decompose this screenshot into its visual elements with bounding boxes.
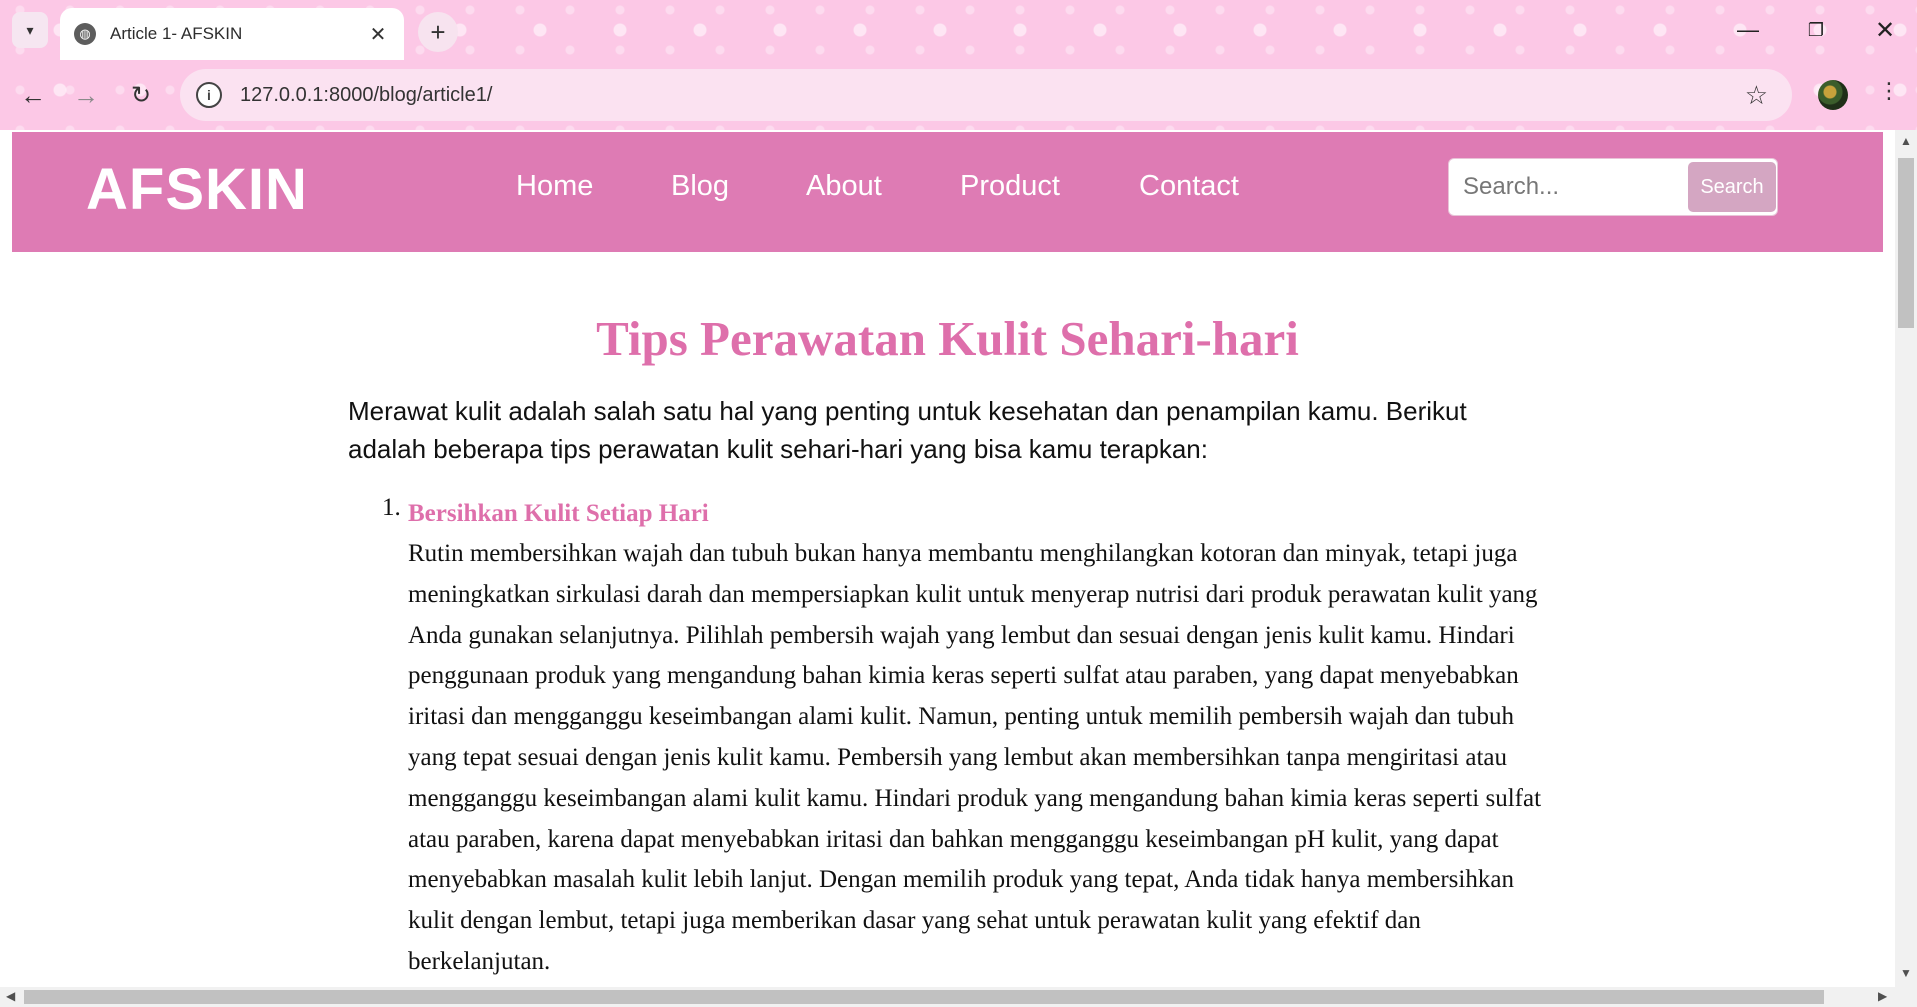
avatar[interactable] [1818, 80, 1848, 110]
tip-heading: Bersihkan Kulit Setiap Hari [408, 500, 709, 527]
new-tab-button[interactable]: + [418, 12, 458, 52]
search-button[interactable]: Search [1688, 162, 1776, 212]
minimize-icon[interactable]: — [1718, 10, 1778, 50]
site-header: AFSKIN Home Blog About Product Contact S… [12, 132, 1883, 252]
vertical-scrollbar[interactable]: ▲ ▼ [1895, 130, 1917, 987]
article-title: Tips Perawatan Kulit Sehari-hari [596, 311, 1299, 366]
scroll-down-icon[interactable]: ▼ [1900, 966, 1912, 980]
arrow-left-icon[interactable]: ← [12, 74, 54, 116]
site-logo[interactable]: AFSKIN [86, 156, 308, 223]
nav-home[interactable]: Home [516, 170, 593, 203]
scroll-right-icon[interactable]: ▶ [1878, 989, 1887, 1003]
horizontal-scroll-thumb[interactable] [24, 990, 1824, 1004]
scroll-left-icon[interactable]: ◀ [6, 989, 15, 1003]
tip-number: 1. [382, 494, 401, 521]
browser-tab[interactable]: ◍ Article 1- AFSKIN ✕ [60, 8, 404, 60]
scroll-up-icon[interactable]: ▲ [1900, 134, 1912, 148]
tip-body: Bersihkan Kulit Setiap Hari Rutin member… [408, 494, 1560, 983]
browser-toolbar: ← → ↻ i 127.0.0.1:8000/blog/article1/ ☆ … [0, 62, 1917, 128]
horizontal-scrollbar[interactable]: ◀ ▶ [0, 987, 1917, 1007]
list-item: 1. Bersihkan Kulit Setiap Hari Rutin mem… [382, 494, 1562, 983]
window-close-icon[interactable]: ✕ [1855, 10, 1915, 50]
reload-icon[interactable]: ↻ [120, 74, 162, 116]
url-text[interactable]: 127.0.0.1:8000/blog/article1/ [240, 84, 1745, 107]
tips-list: 1. Bersihkan Kulit Setiap Hari Rutin mem… [382, 494, 1562, 983]
nav-about[interactable]: About [806, 170, 882, 203]
search-form: Search [1448, 158, 1778, 216]
address-bar[interactable]: i 127.0.0.1:8000/blog/article1/ ☆ [180, 69, 1792, 121]
page-viewport: AFSKIN Home Blog About Product Contact S… [0, 130, 1895, 987]
vertical-scroll-thumb[interactable] [1898, 158, 1914, 328]
nav-blog[interactable]: Blog [671, 170, 729, 203]
search-input[interactable] [1449, 159, 1685, 215]
browser-chrome: ▾ ◍ Article 1- AFSKIN ✕ + — ❐ ✕ ← → ↻ i … [0, 0, 1917, 130]
star-icon[interactable]: ☆ [1745, 80, 1768, 111]
close-icon[interactable]: ✕ [366, 22, 390, 47]
nav-product[interactable]: Product [960, 170, 1060, 203]
restore-icon[interactable]: ❐ [1786, 10, 1846, 50]
globe-icon: ◍ [74, 23, 96, 45]
kebab-menu-icon[interactable]: ⋮ [1878, 78, 1900, 104]
chevron-down-icon[interactable]: ▾ [12, 12, 48, 48]
tip-text: Rutin membersihkan wajah dan tubuh bukan… [408, 540, 1542, 975]
info-icon[interactable]: i [196, 82, 222, 108]
tab-strip: ▾ ◍ Article 1- AFSKIN ✕ + — ❐ ✕ [0, 0, 1917, 60]
nav-contact[interactable]: Contact [1139, 170, 1239, 203]
arrow-right-icon[interactable]: → [65, 74, 107, 116]
article-intro: Merawat kulit adalah salah satu hal yang… [348, 396, 1467, 464]
tab-title: Article 1- AFSKIN [110, 24, 243, 43]
